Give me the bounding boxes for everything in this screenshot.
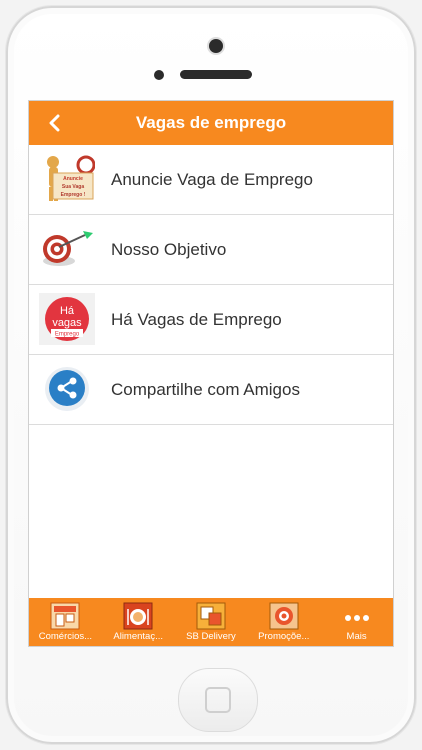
app-screen: Vagas de emprego Anuncie Sua Vaga Empreg… xyxy=(28,100,394,647)
menu-item-label: Compartilhe com Amigos xyxy=(111,380,300,399)
share-icon xyxy=(39,363,95,415)
food-icon xyxy=(123,602,153,630)
promo-icon xyxy=(269,602,299,630)
target-dart-icon xyxy=(39,223,95,275)
icon-text-sua-vaga: Sua Vaga xyxy=(62,184,84,190)
chevron-left-icon[interactable] xyxy=(43,109,67,137)
icon-text-emprego: Emprego ! xyxy=(61,192,86,198)
tab-label: Promoçõe... xyxy=(258,631,310,642)
menu-item-compartilhe[interactable]: Compartilhe com Amigos xyxy=(29,355,393,425)
tab-comercios[interactable]: Comércios... xyxy=(29,598,102,646)
tab-label: Alimentaç... xyxy=(113,631,164,642)
icon-text-emprego-badge: Emprego xyxy=(55,332,80,338)
tab-sb-delivery[interactable]: SB Delivery xyxy=(175,598,248,646)
tab-alimentacao[interactable]: Alimentaç... xyxy=(102,598,175,646)
delivery-icon xyxy=(196,602,226,630)
menu-item-label: Há Vagas de Emprego xyxy=(111,310,282,329)
more-dots-icon xyxy=(342,602,372,630)
menu-item-objetivo[interactable]: Nosso Objetivo xyxy=(29,215,393,285)
tab-label: SB Delivery xyxy=(186,631,236,642)
menu-item-label: Nosso Objetivo xyxy=(111,240,227,259)
icon-text-vagas: vagas xyxy=(52,317,82,329)
icon-text-anuncie: Anuncie xyxy=(63,176,83,182)
menu-list: Anuncie Sua Vaga Emprego ! Anuncie Vaga … xyxy=(29,145,393,425)
tab-promocoes[interactable]: Promoçõe... xyxy=(247,598,320,646)
bottom-tab-bar: Comércios... Alimentaç... SB Delivery Pr… xyxy=(29,598,393,646)
icon-text-ha: Há xyxy=(60,305,75,317)
tab-label: Mais xyxy=(346,631,367,642)
ha-vagas-badge-icon: Há vagas Emprego xyxy=(39,293,95,345)
page-title: Vagas de emprego xyxy=(135,113,287,132)
megaphone-person-icon: Anuncie Sua Vaga Emprego ! xyxy=(39,153,96,205)
tab-label: Comércios... xyxy=(38,631,93,642)
tab-mais[interactable]: Mais xyxy=(320,598,393,646)
menu-item-ha-vagas[interactable]: Há vagas Emprego Há Vagas de Emprego xyxy=(29,285,393,355)
proximity-sensor xyxy=(154,70,164,80)
menu-item-label: Anuncie Vaga de Emprego xyxy=(111,170,313,189)
earpiece-speaker xyxy=(180,70,252,79)
app-header: Vagas de emprego xyxy=(29,101,393,145)
home-button[interactable] xyxy=(178,668,258,732)
front-camera xyxy=(209,39,223,53)
home-square-icon xyxy=(205,687,231,713)
store-icon xyxy=(50,602,80,630)
menu-item-anuncie[interactable]: Anuncie Sua Vaga Emprego ! Anuncie Vaga … xyxy=(29,145,393,215)
